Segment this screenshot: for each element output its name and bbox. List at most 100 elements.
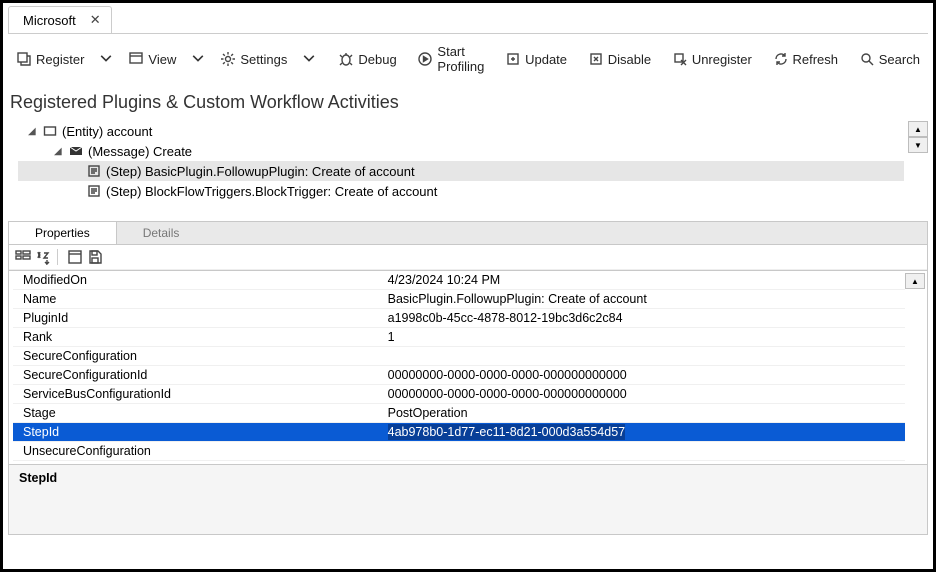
property-key: ServiceBusConfigurationId bbox=[13, 387, 388, 401]
refresh-button[interactable]: Refresh bbox=[769, 49, 843, 69]
property-grid-toolbar bbox=[9, 245, 927, 270]
search-button[interactable]: Search bbox=[855, 49, 924, 69]
property-row[interactable]: StepId4ab978b0-1d77-ec11-8d21-000d3a554d… bbox=[13, 423, 905, 442]
settings-dropdown[interactable] bbox=[297, 49, 321, 69]
tree-view: ◢ (Entity) account ◢ (Message) Create (S… bbox=[8, 121, 928, 217]
property-key: Rank bbox=[13, 330, 388, 344]
property-row[interactable]: ModifiedOn4/23/2024 10:24 PM bbox=[13, 271, 905, 290]
property-key: SecureConfiguration bbox=[13, 349, 388, 363]
details-tabs: Properties Details bbox=[8, 221, 928, 245]
envelope-icon bbox=[68, 143, 84, 159]
property-row[interactable]: UnsecureConfiguration bbox=[13, 442, 905, 461]
tree-node-step[interactable]: (Step) BlockFlowTriggers.BlockTrigger: C… bbox=[18, 181, 904, 201]
collapse-icon[interactable]: ◢ bbox=[54, 146, 64, 157]
start-profiling-label: Start Profiling bbox=[437, 44, 484, 74]
property-value[interactable]: 00000000-0000-0000-0000-000000000000 bbox=[388, 368, 905, 382]
update-button[interactable]: Update bbox=[501, 49, 571, 69]
tree-node-step-selected[interactable]: (Step) BasicPlugin.FollowupPlugin: Creat… bbox=[18, 161, 904, 181]
scroll-up-icon[interactable]: ▲ bbox=[908, 121, 928, 137]
unregister-icon bbox=[672, 51, 688, 67]
update-label: Update bbox=[525, 52, 567, 67]
entity-icon bbox=[42, 123, 58, 139]
register-icon bbox=[16, 51, 32, 67]
property-description: StepId bbox=[9, 464, 927, 534]
refresh-label: Refresh bbox=[793, 52, 839, 67]
settings-button[interactable]: Settings bbox=[216, 49, 291, 69]
collapse-icon[interactable]: ◢ bbox=[28, 126, 38, 137]
tree-label: (Entity) account bbox=[62, 124, 152, 139]
property-value[interactable]: PostOperation bbox=[388, 406, 905, 420]
view-icon bbox=[128, 51, 144, 67]
details-tab[interactable]: Details bbox=[117, 222, 206, 244]
property-description-title: StepId bbox=[19, 471, 917, 485]
register-button[interactable]: Register bbox=[12, 49, 88, 69]
settings-label: Settings bbox=[240, 52, 287, 67]
property-value[interactable]: a1998c0b-45cc-4878-8012-19bc3d6c2c84 bbox=[388, 311, 905, 325]
disable-button[interactable]: Disable bbox=[584, 49, 655, 69]
register-dropdown[interactable] bbox=[94, 49, 118, 69]
document-tab-strip: Microsoft ✕ bbox=[8, 6, 928, 34]
step-icon bbox=[86, 183, 102, 199]
gear-icon bbox=[220, 51, 236, 67]
refresh-icon bbox=[773, 51, 789, 67]
property-grid-container: ModifiedOn4/23/2024 10:24 PMNameBasicPlu… bbox=[8, 245, 928, 535]
property-pages-icon[interactable] bbox=[67, 249, 83, 265]
grid-scrollbar[interactable]: ▲ bbox=[905, 273, 925, 289]
view-dropdown[interactable] bbox=[186, 49, 210, 69]
property-key: Name bbox=[13, 292, 388, 306]
search-label: Search bbox=[879, 52, 920, 67]
tree-node-message[interactable]: ◢ (Message) Create bbox=[18, 141, 904, 161]
disable-icon bbox=[588, 51, 604, 67]
property-row[interactable]: StagePostOperation bbox=[13, 404, 905, 423]
property-key: PluginId bbox=[13, 311, 388, 325]
scroll-down-icon[interactable]: ▼ bbox=[908, 137, 928, 153]
property-key: UnsecureConfiguration bbox=[13, 444, 388, 458]
property-key: Stage bbox=[13, 406, 388, 420]
document-tab[interactable]: Microsoft ✕ bbox=[8, 6, 112, 33]
debug-button[interactable]: Debug bbox=[334, 49, 400, 69]
property-key: SecureConfigurationId bbox=[13, 368, 388, 382]
tree-label: (Step) BasicPlugin.FollowupPlugin: Creat… bbox=[106, 164, 415, 179]
update-icon bbox=[505, 51, 521, 67]
property-value[interactable]: 4/23/2024 10:24 PM bbox=[388, 273, 905, 287]
property-key: StepId bbox=[13, 425, 388, 439]
unregister-button[interactable]: Unregister bbox=[668, 49, 756, 69]
main-toolbar: Register View Settings Debug Start Profi… bbox=[8, 36, 928, 82]
property-row[interactable]: SecureConfiguration bbox=[13, 347, 905, 366]
tree-label: (Message) Create bbox=[88, 144, 192, 159]
tree-label: (Step) BlockFlowTriggers.BlockTrigger: C… bbox=[106, 184, 437, 199]
property-row[interactable]: Rank1 bbox=[13, 328, 905, 347]
property-value[interactable]: 1 bbox=[388, 330, 905, 344]
property-row[interactable]: SecureConfigurationId00000000-0000-0000-… bbox=[13, 366, 905, 385]
property-value[interactable]: BasicPlugin.FollowupPlugin: Create of ac… bbox=[388, 292, 905, 306]
view-button[interactable]: View bbox=[124, 49, 180, 69]
register-label: Register bbox=[36, 52, 84, 67]
unregister-label: Unregister bbox=[692, 52, 752, 67]
step-icon bbox=[86, 163, 102, 179]
categorized-icon[interactable] bbox=[15, 249, 31, 265]
property-grid: ModifiedOn4/23/2024 10:24 PMNameBasicPlu… bbox=[9, 270, 927, 464]
search-icon bbox=[859, 51, 875, 67]
toolbar-separator bbox=[57, 249, 61, 265]
close-tab-icon[interactable]: ✕ bbox=[90, 12, 101, 28]
tree-node-entity[interactable]: ◢ (Entity) account bbox=[18, 121, 904, 141]
debug-label: Debug bbox=[358, 52, 396, 67]
property-row[interactable]: NameBasicPlugin.FollowupPlugin: Create o… bbox=[13, 290, 905, 309]
disable-label: Disable bbox=[608, 52, 651, 67]
save-icon[interactable] bbox=[87, 249, 103, 265]
document-tab-title: Microsoft bbox=[23, 13, 76, 28]
scroll-up-icon[interactable]: ▲ bbox=[905, 273, 925, 289]
play-icon bbox=[417, 51, 433, 67]
properties-tab[interactable]: Properties bbox=[9, 222, 117, 244]
section-title: Registered Plugins & Custom Workflow Act… bbox=[8, 82, 928, 121]
debug-icon bbox=[338, 51, 354, 67]
tree-scrollbar[interactable]: ▲ ▼ bbox=[908, 121, 928, 153]
property-value[interactable]: 4ab978b0-1d77-ec11-8d21-000d3a554d57 bbox=[388, 425, 905, 439]
property-key: ModifiedOn bbox=[13, 273, 388, 287]
property-row[interactable]: PluginIda1998c0b-45cc-4878-8012-19bc3d6c… bbox=[13, 309, 905, 328]
start-profiling-button[interactable]: Start Profiling bbox=[413, 42, 488, 76]
alphabetical-icon[interactable] bbox=[35, 249, 51, 265]
view-label: View bbox=[148, 52, 176, 67]
property-value[interactable]: 00000000-0000-0000-0000-000000000000 bbox=[388, 387, 905, 401]
property-row[interactable]: ServiceBusConfigurationId00000000-0000-0… bbox=[13, 385, 905, 404]
